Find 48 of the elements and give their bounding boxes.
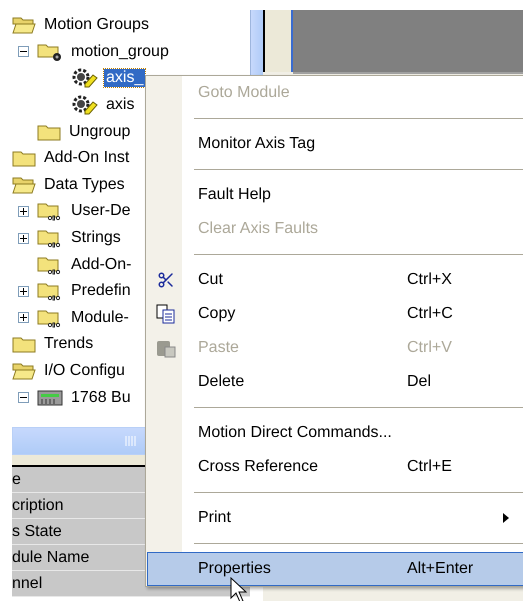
- folder-gear-icon: [37, 42, 63, 62]
- tree-item[interactable]: Trends: [42, 335, 96, 354]
- gear-pencil-icon: [72, 95, 98, 116]
- clipboard-icon: [156, 338, 176, 358]
- folder-icon: [12, 335, 36, 354]
- tree-item[interactable]: axis_: [104, 69, 146, 88]
- tree-item[interactable]: axis: [104, 96, 136, 114]
- folder-data-icon: [37, 201, 63, 222]
- menu-item[interactable]: Fault Help: [147, 178, 523, 212]
- tree-item[interactable]: User-De: [69, 202, 133, 220]
- folder-data-icon: [37, 308, 63, 328]
- expand-icon[interactable]: [18, 232, 29, 244]
- gear-pencil-icon: [72, 68, 98, 88]
- module-icon: [37, 388, 63, 407]
- tree-item[interactable]: Add-On Inst: [42, 149, 132, 168]
- tree-item[interactable]: Ungroup: [67, 122, 132, 141]
- tree-item[interactable]: 1768 Bu: [69, 388, 133, 407]
- folder-icon: [12, 149, 36, 168]
- open-folder-icon: [12, 16, 36, 34]
- menu-item[interactable]: Motion Direct Commands...: [147, 416, 523, 450]
- open-folder-icon: [12, 176, 36, 194]
- folder-icon: [37, 122, 61, 141]
- folder-data-icon: [37, 281, 63, 302]
- splitter[interactable]: [263, 10, 293, 72]
- tree-item[interactable]: motion_group: [69, 42, 171, 61]
- expand-icon[interactable]: [18, 286, 29, 297]
- grip-icon: [125, 436, 137, 446]
- tree-item[interactable]: Motion Groups: [42, 16, 151, 34]
- collapse-icon[interactable]: [18, 392, 29, 404]
- tree-item[interactable]: I/O Configu: [42, 362, 127, 380]
- menu-item[interactable]: Monitor Axis Tag: [147, 127, 523, 161]
- open-folder-icon: [12, 362, 36, 380]
- menu-item[interactable]: Properties Alt+Enter: [147, 552, 523, 586]
- folder-data-icon: [37, 254, 63, 275]
- tree-item[interactable]: Strings: [69, 229, 123, 248]
- tree-item[interactable]: Predefin: [69, 282, 133, 300]
- menu-item[interactable]: Delete Del: [147, 365, 523, 399]
- menu-item[interactable]: Copy Ctrl+C: [147, 297, 523, 331]
- scissors-icon: [157, 271, 175, 289]
- tree-item[interactable]: Module-: [69, 308, 131, 327]
- collapse-icon[interactable]: [18, 46, 29, 58]
- folder-data-icon: [37, 228, 63, 248]
- expand-icon[interactable]: [18, 206, 29, 217]
- expand-icon[interactable]: [18, 312, 29, 324]
- tree-item[interactable]: Add-On-: [69, 256, 134, 274]
- menu-item[interactable]: Cut Ctrl+X: [147, 263, 523, 297]
- copy-icon: [156, 304, 176, 324]
- tree-item[interactable]: Data Types: [42, 176, 127, 194]
